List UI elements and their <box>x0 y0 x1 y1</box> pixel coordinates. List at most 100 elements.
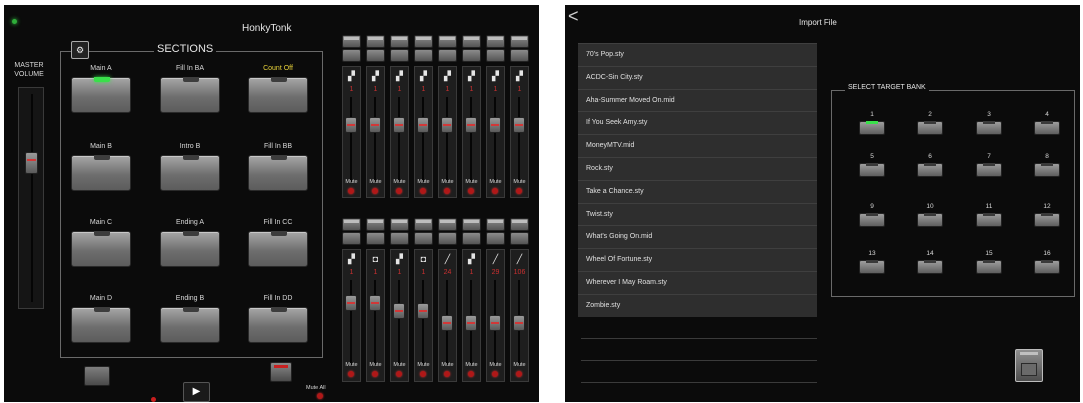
section-pad-button[interactable] <box>71 307 131 343</box>
bank-button[interactable] <box>917 260 943 274</box>
mute-led-button[interactable] <box>420 188 426 194</box>
mute-led-button[interactable] <box>444 371 450 377</box>
file-list-item[interactable]: Zombie.sty <box>578 293 817 316</box>
bank-button[interactable] <box>976 213 1002 227</box>
channel-voice-button[interactable] <box>438 232 457 245</box>
bank-button[interactable] <box>976 260 1002 274</box>
mute-led-button[interactable] <box>516 371 522 377</box>
bank-button[interactable] <box>859 260 885 274</box>
mute-led-button[interactable] <box>516 188 522 194</box>
mute-led-button[interactable] <box>468 188 474 194</box>
channel-fader[interactable] <box>441 117 453 133</box>
channel-fader[interactable] <box>345 295 357 311</box>
channel-fader[interactable] <box>489 315 501 331</box>
mute-led-button[interactable] <box>348 371 354 377</box>
section-pad-button[interactable] <box>160 231 220 267</box>
mute-led-button[interactable] <box>468 371 474 377</box>
play-button[interactable]: ▶ <box>183 382 210 402</box>
channel-fader[interactable] <box>345 117 357 133</box>
channel-fader[interactable] <box>393 303 405 319</box>
file-list-item[interactable]: Wheel Of Fortune.sty <box>578 248 817 271</box>
channel-fader[interactable] <box>465 117 477 133</box>
section-pad-button[interactable] <box>248 307 308 343</box>
channel-voice-button[interactable] <box>486 232 505 245</box>
bank-button[interactable] <box>859 163 885 177</box>
channel-voice-button[interactable] <box>342 232 361 245</box>
channel-select-button[interactable] <box>510 35 529 48</box>
channel-select-button[interactable] <box>366 35 385 48</box>
bank-button[interactable] <box>976 163 1002 177</box>
mute-led-button[interactable] <box>444 188 450 194</box>
channel-select-button[interactable] <box>342 35 361 48</box>
channel-select-button[interactable] <box>462 35 481 48</box>
master-volume-track[interactable] <box>18 87 44 309</box>
section-pad-button[interactable] <box>71 231 131 267</box>
file-list-item[interactable]: Rock.sty <box>578 157 817 179</box>
channel-voice-button[interactable] <box>342 49 361 62</box>
bank-button[interactable] <box>1034 121 1060 135</box>
bank-button[interactable] <box>859 121 885 135</box>
channel-select-button[interactable] <box>390 218 409 231</box>
channel-fader[interactable] <box>441 315 453 331</box>
file-list-item[interactable]: Aha-Summer Moved On.mid <box>578 88 817 111</box>
record-button[interactable] <box>84 366 110 386</box>
channel-voice-button[interactable] <box>414 49 433 62</box>
channel-select-button[interactable] <box>438 218 457 231</box>
mute-led-button[interactable] <box>492 188 498 194</box>
bank-button[interactable] <box>976 121 1002 135</box>
back-chevron-left-icon[interactable]: < <box>568 7 579 25</box>
channel-fader[interactable] <box>393 117 405 133</box>
channel-voice-button[interactable] <box>366 49 385 62</box>
mute-led-button[interactable] <box>372 371 378 377</box>
channel-voice-button[interactable] <box>414 232 433 245</box>
bank-button[interactable] <box>1034 213 1060 227</box>
file-list-item[interactable]: MoneyMTV.mid <box>578 134 817 157</box>
channel-voice-button[interactable] <box>390 232 409 245</box>
bank-button[interactable] <box>1034 260 1060 274</box>
bank-button[interactable] <box>859 213 885 227</box>
mute-led-button[interactable] <box>372 188 378 194</box>
mute-led-button[interactable] <box>396 371 402 377</box>
master-volume-fader[interactable] <box>25 152 38 174</box>
channel-select-button[interactable] <box>390 35 409 48</box>
file-list-item[interactable]: 70's Pop.sty <box>578 43 817 65</box>
channel-voice-button[interactable] <box>438 49 457 62</box>
section-pad-button[interactable] <box>71 155 131 191</box>
channel-voice-button[interactable] <box>486 49 505 62</box>
channel-fader[interactable] <box>513 315 525 331</box>
mute-led-button[interactable] <box>492 371 498 377</box>
mute-led-button[interactable] <box>396 188 402 194</box>
section-pad-button[interactable] <box>160 77 220 113</box>
channel-select-button[interactable] <box>486 218 505 231</box>
file-list-item[interactable]: Twist.sty <box>578 202 817 225</box>
channel-voice-button[interactable] <box>366 232 385 245</box>
mute-all-led[interactable] <box>317 393 323 399</box>
file-list-item[interactable]: Wherever I May Roam.sty <box>578 271 817 293</box>
channel-voice-button[interactable] <box>510 232 529 245</box>
channel-voice-button[interactable] <box>390 49 409 62</box>
channel-fader[interactable] <box>369 295 381 311</box>
section-pad-button[interactable] <box>248 155 308 191</box>
channel-select-button[interactable] <box>342 218 361 231</box>
mute-led-button[interactable] <box>420 371 426 377</box>
sync-start-button[interactable] <box>270 362 292 382</box>
channel-select-button[interactable] <box>462 218 481 231</box>
channel-fader[interactable] <box>417 303 429 319</box>
section-pad-button[interactable] <box>248 231 308 267</box>
import-button[interactable] <box>1015 349 1043 382</box>
channel-voice-button[interactable] <box>510 49 529 62</box>
channel-voice-button[interactable] <box>462 232 481 245</box>
settings-gear-icon[interactable]: ⚙ <box>71 41 89 59</box>
section-pad-button[interactable] <box>160 307 220 343</box>
channel-voice-button[interactable] <box>462 49 481 62</box>
bank-button[interactable] <box>917 213 943 227</box>
channel-fader[interactable] <box>489 117 501 133</box>
channel-fader[interactable] <box>369 117 381 133</box>
channel-select-button[interactable] <box>366 218 385 231</box>
section-pad-button[interactable] <box>160 155 220 191</box>
bank-button[interactable] <box>1034 163 1060 177</box>
file-list-item[interactable]: ACDC-Sin City.sty <box>578 65 817 88</box>
channel-fader[interactable] <box>417 117 429 133</box>
file-list-item[interactable]: If You Seek Amy.sty <box>578 111 817 134</box>
channel-select-button[interactable] <box>486 35 505 48</box>
